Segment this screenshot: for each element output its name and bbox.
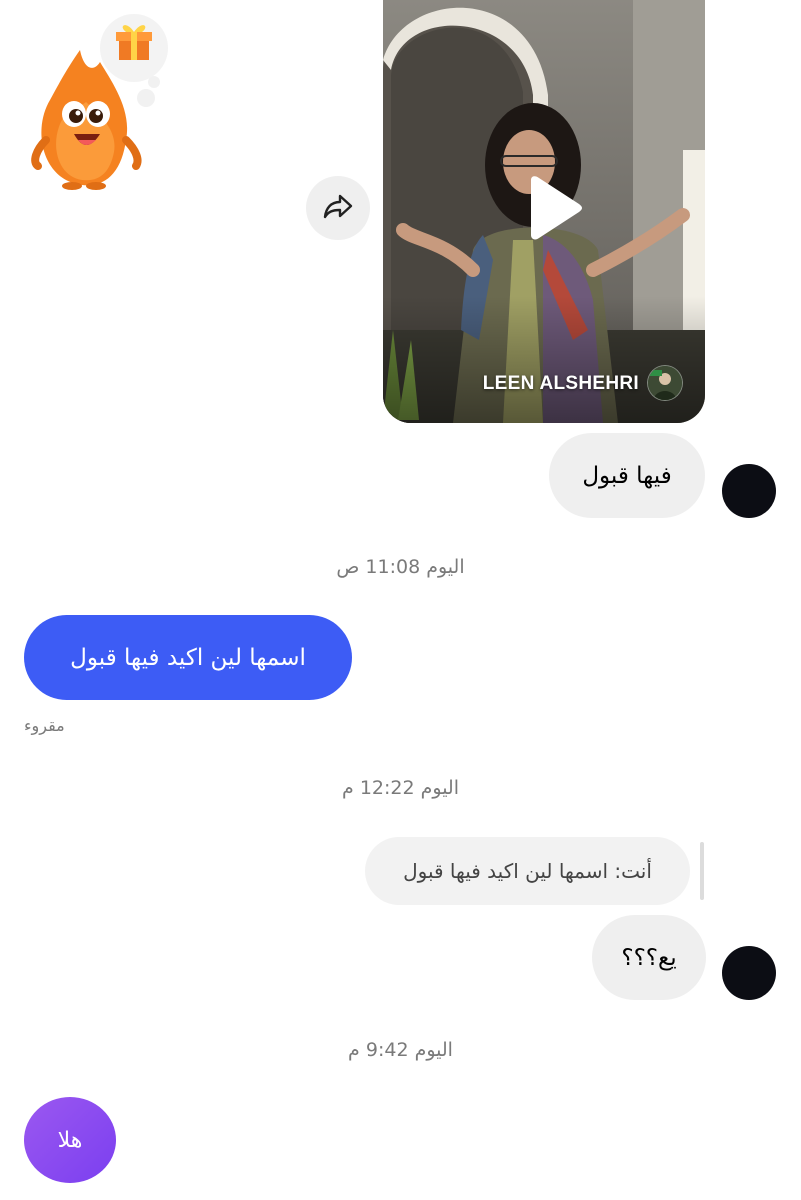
message-text: اسمها لين اكيد فيها قبول — [70, 644, 306, 671]
contact-avatar[interactable] — [722, 946, 776, 1000]
share-arrow-icon — [323, 193, 353, 223]
video-author-name: LEEN ALSHEHRI — [482, 373, 639, 394]
reply-indicator-bar — [700, 842, 704, 900]
timestamp-divider: اليوم 9:42 م — [348, 1039, 453, 1061]
message-text: يع؟؟؟ — [621, 944, 677, 971]
shared-video-card[interactable]: LEEN ALSHEHRI — [383, 0, 705, 423]
share-button[interactable] — [306, 176, 370, 240]
incoming-message-bubble[interactable]: يع؟؟؟ — [592, 915, 706, 1000]
message-text: فيها قبول — [582, 462, 672, 489]
timestamp-divider: اليوم 11:08 ص — [336, 556, 465, 578]
quick-reply-button[interactable]: هلا — [24, 1097, 116, 1183]
timestamp-divider: اليوم 12:22 م — [342, 777, 459, 799]
video-author-avatar[interactable] — [647, 365, 683, 401]
read-receipt: مقروء — [24, 716, 65, 735]
play-icon[interactable] — [523, 176, 583, 240]
reply-quote-text: أنت: اسمها لين اكيد فيها قبول — [403, 859, 652, 883]
incoming-message-bubble[interactable]: فيها قبول — [549, 433, 705, 518]
reply-quote[interactable]: أنت: اسمها لين اكيد فيها قبول — [365, 837, 690, 905]
quick-reply-label: هلا — [57, 1127, 83, 1153]
flame-mascot-sticker[interactable] — [22, 10, 172, 190]
contact-avatar[interactable] — [722, 464, 776, 518]
outgoing-message-bubble[interactable]: اسمها لين اكيد فيها قبول — [24, 615, 352, 700]
